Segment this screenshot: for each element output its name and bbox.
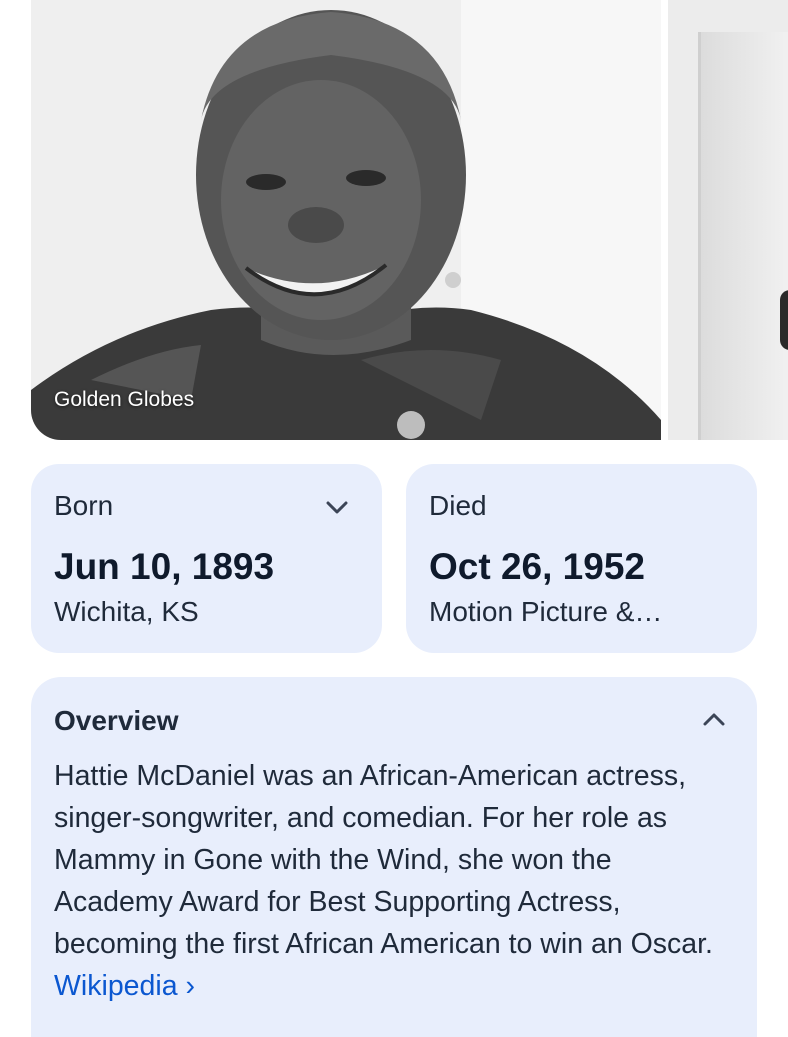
overview-card: Overview Hattie McDaniel was an African-… — [31, 677, 757, 1037]
born-place: Wichita, KS — [54, 596, 199, 627]
chevron-down-icon[interactable] — [324, 494, 350, 520]
died-place: Motion Picture &… — [429, 596, 663, 627]
wikipedia-link[interactable]: Wikipedia › — [54, 970, 195, 1002]
chevron-up-icon[interactable] — [701, 707, 727, 733]
portrait-photo[interactable]: Golden Globes — [31, 0, 661, 440]
portrait-image — [31, 0, 661, 440]
died-date: Oct 26, 1952 — [429, 546, 645, 587]
born-label: Born — [54, 490, 114, 521]
image-carousel[interactable]: Golden Globes — [0, 0, 788, 440]
photo-caption: Golden Globes — [54, 388, 195, 411]
born-card[interactable]: Born Jun 10, 1893 Wichita, KS — [31, 464, 382, 653]
second-photo-detail — [780, 290, 788, 350]
overview-text: Hattie McDaniel was an African-American … — [54, 755, 734, 1007]
died-card[interactable]: Died Oct 26, 1952 Motion Picture &… — [406, 464, 757, 653]
second-photo-frame — [698, 32, 788, 440]
overview-title: Overview — [54, 705, 179, 736]
died-label: Died — [429, 490, 487, 521]
born-date: Jun 10, 1893 — [54, 546, 275, 587]
overview-description: Hattie McDaniel was an African-American … — [54, 760, 713, 960]
second-photo-thumbnail[interactable] — [668, 0, 788, 440]
